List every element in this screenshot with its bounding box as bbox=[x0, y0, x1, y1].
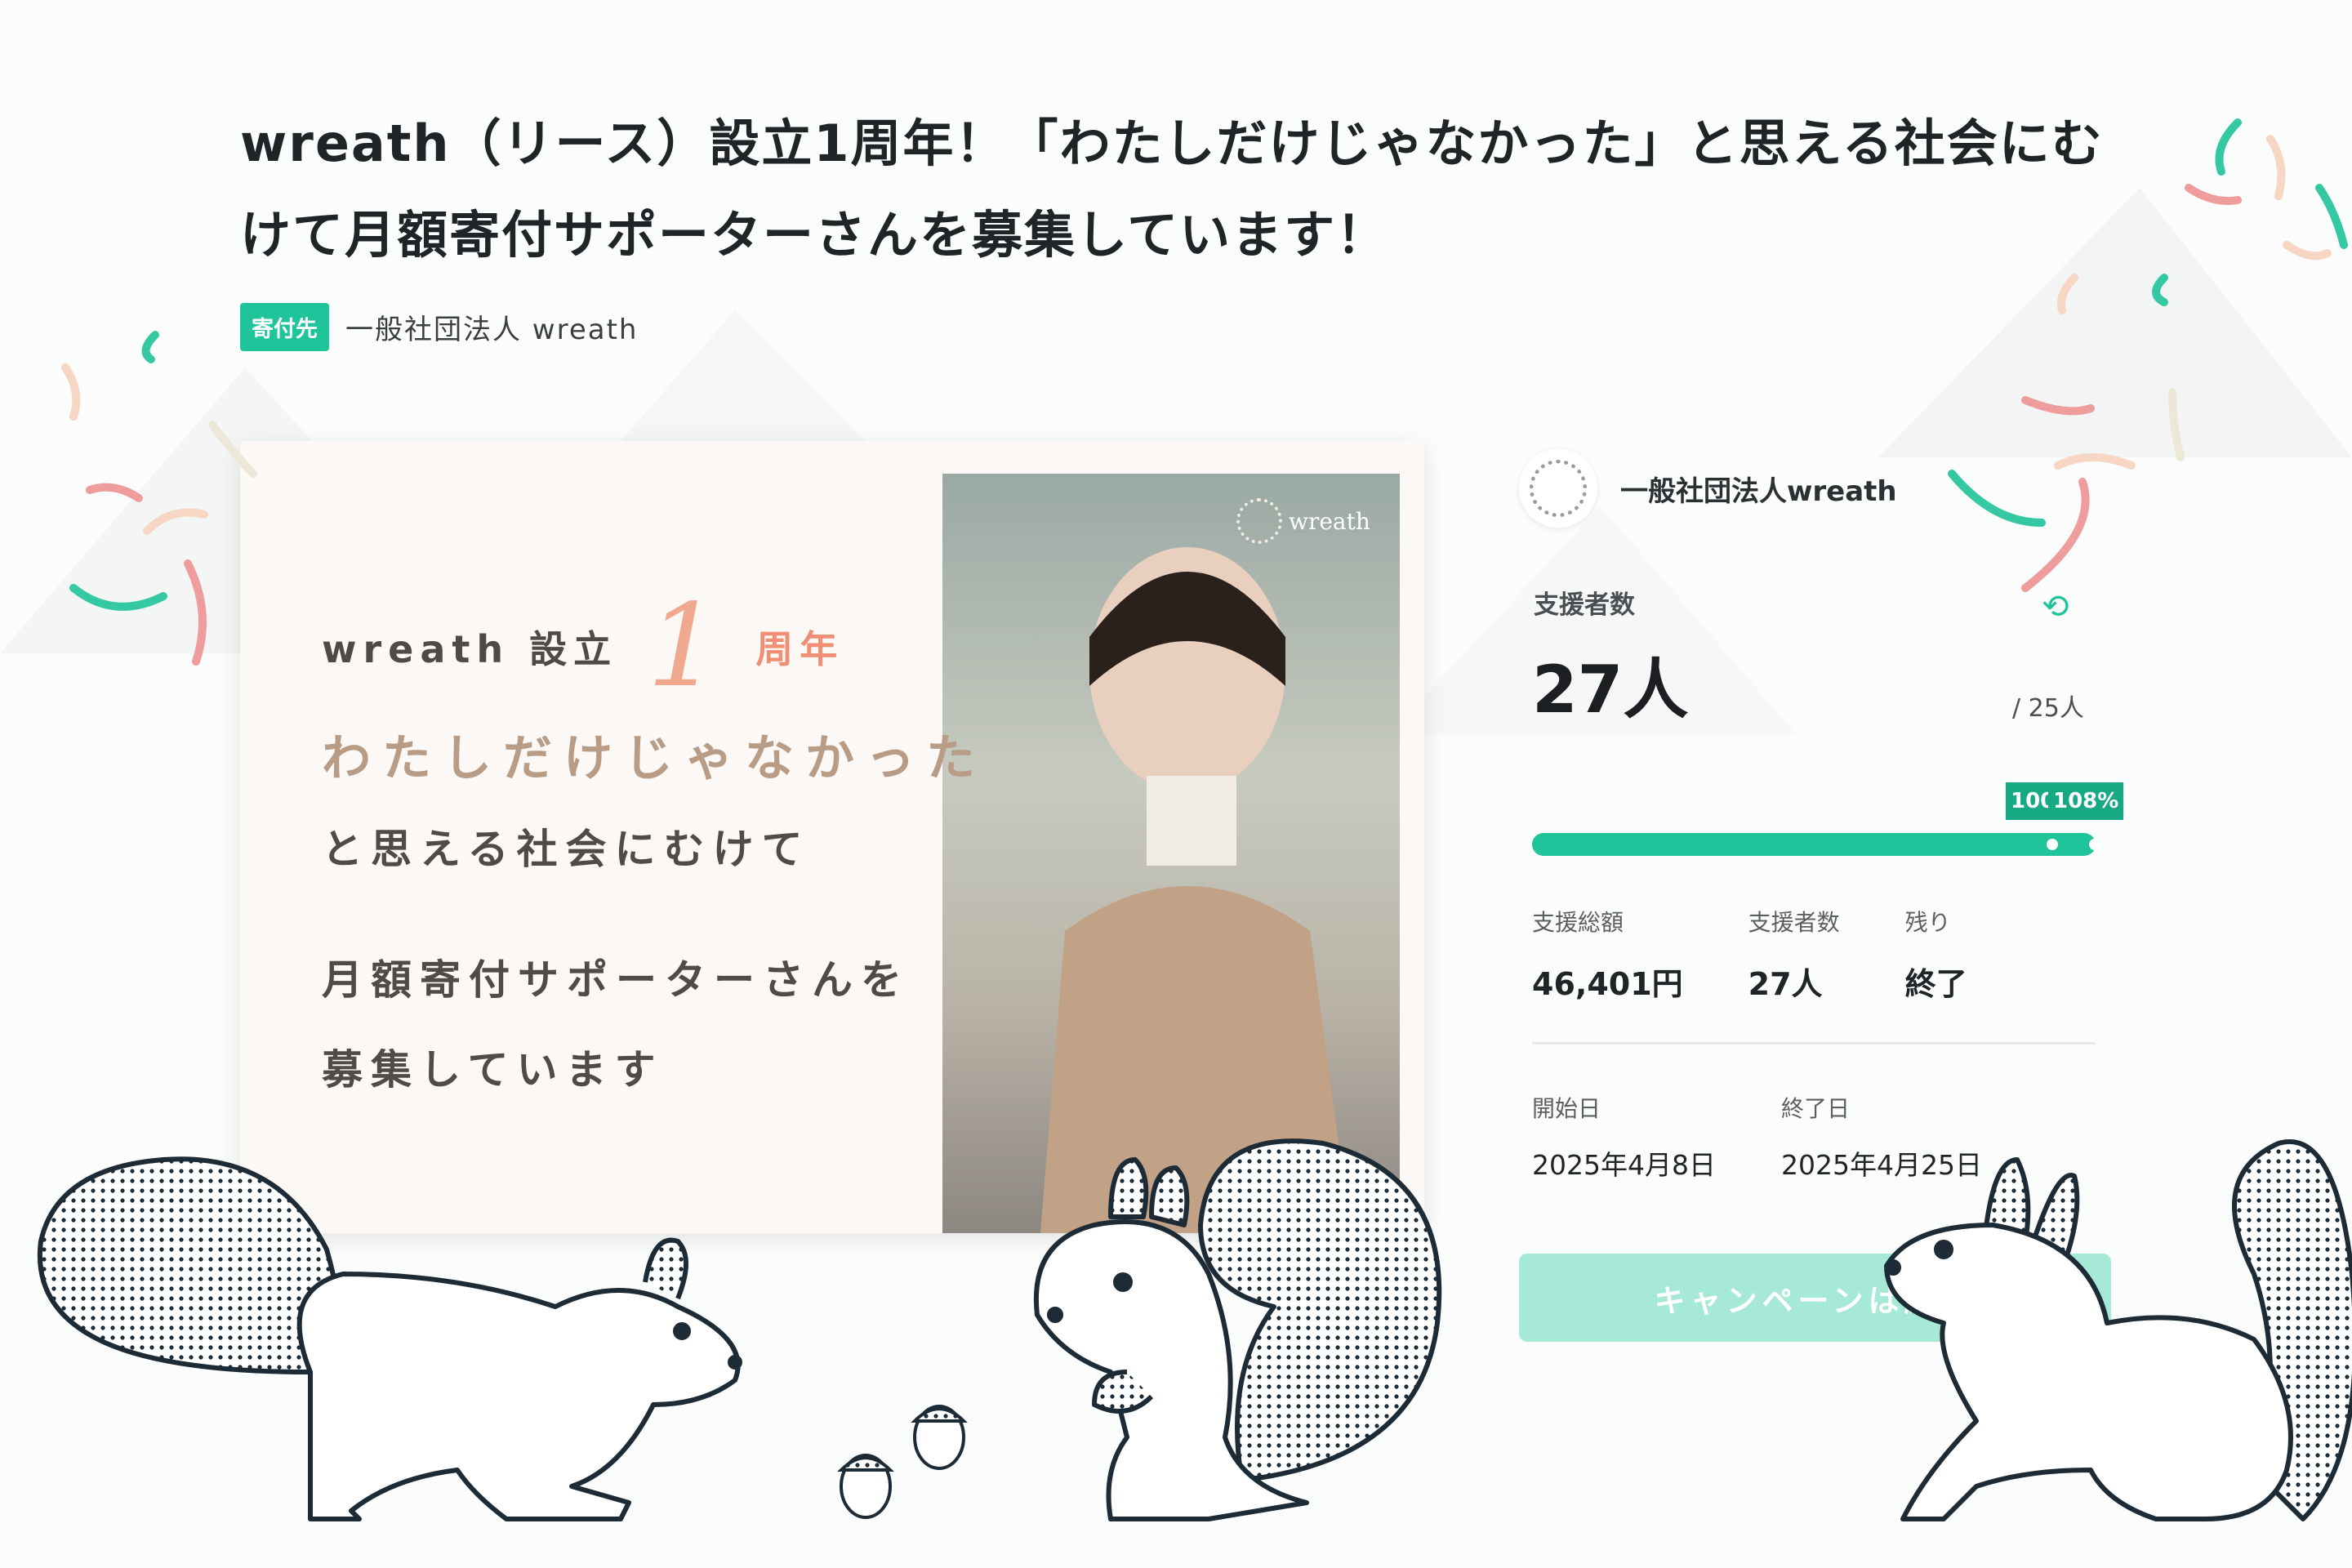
progress-bar bbox=[1532, 833, 2100, 856]
refresh-icon[interactable]: ⟲ bbox=[2042, 588, 2069, 626]
end-date: 終了日 2025年4月25日 bbox=[1781, 1091, 1982, 1183]
card-line-4: 月額寄付サポーターさんを bbox=[322, 956, 910, 1004]
brand-wreath-icon bbox=[1236, 498, 1282, 544]
photo-illustration bbox=[1040, 547, 1351, 1233]
campaign-image: wreath wreath 設立 1 周年 わたしだけじゃなかった と思える社会… bbox=[240, 441, 1424, 1233]
card-headline-number: 1 bbox=[647, 580, 727, 713]
recipient-tag: 寄付先 bbox=[240, 302, 329, 351]
supporters-count: 27人 bbox=[1532, 652, 1689, 728]
org-logo-icon bbox=[1519, 449, 1597, 528]
supporters-goal: / 25人 bbox=[2012, 694, 2084, 723]
date-label: 終了日 bbox=[1780, 1095, 1850, 1122]
brand-name: wreath bbox=[1289, 507, 1370, 535]
progress-marker-100 bbox=[2047, 839, 2058, 850]
org-row[interactable]: 一般社団法人wreath bbox=[1519, 449, 1897, 528]
card-headline-suffix: 周年 bbox=[755, 626, 844, 671]
campaign-ended-button[interactable]: キャンペーンは終了 bbox=[1519, 1254, 2111, 1342]
card-line-2: わたしだけじゃなかった bbox=[322, 730, 987, 787]
divider bbox=[1532, 1042, 2096, 1045]
stat-total: 支援総額 46,401円 bbox=[1532, 905, 1683, 1004]
card-headline-prefix: wreath 設立 bbox=[322, 626, 618, 671]
org-name: 一般社団法人wreath bbox=[1620, 474, 1897, 508]
stats-row: 支援総額 46,401円 支援者数 27人 残り 終了 bbox=[1532, 905, 2033, 1004]
stat-value: 46,401円 bbox=[1532, 966, 1683, 1002]
date-label: 開始日 bbox=[1532, 1095, 1601, 1122]
card-headline: wreath 設立 1 周年 bbox=[322, 580, 844, 713]
card-line-3: と思える社会にむけて bbox=[322, 826, 811, 873]
stat-label: 支援者数 bbox=[1748, 909, 1840, 936]
stat-value: 終了 bbox=[1904, 966, 1967, 1002]
date-value: 2025年4月25日 bbox=[1780, 1149, 1982, 1181]
stat-supporters: 支援者数 27人 bbox=[1748, 905, 1840, 1004]
progress-marker-current bbox=[2089, 839, 2100, 850]
stat-label: 残り bbox=[1904, 909, 1951, 936]
stat-remaining: 残り 終了 bbox=[1905, 905, 1967, 1004]
supporters-label: 支援者数 bbox=[1534, 590, 1635, 620]
recipient-row: 寄付先 一般社団法人 wreath bbox=[240, 302, 638, 351]
brand-logo: wreath bbox=[1236, 498, 1370, 544]
campaign-stats-panel: 一般社団法人wreath 支援者数 ⟲ 27人 / 25人 100 108% 支… bbox=[1519, 441, 2124, 1372]
campaign-photo bbox=[942, 474, 1400, 1233]
stat-label: 支援総額 bbox=[1532, 909, 1624, 936]
recipient-link[interactable]: 一般社団法人 wreath bbox=[345, 307, 638, 347]
dates-row: 開始日 2025年4月8日 終了日 2025年4月25日 bbox=[1532, 1091, 2047, 1183]
progress-badge: 108% bbox=[2048, 782, 2124, 820]
stat-value: 27人 bbox=[1748, 966, 1823, 1002]
start-date: 開始日 2025年4月8日 bbox=[1532, 1091, 1716, 1183]
card-line-5: 募集しています bbox=[322, 1046, 664, 1094]
date-value: 2025年4月8日 bbox=[1532, 1149, 1716, 1181]
campaign-title: wreath（リース）設立1周年！「わたしだけじゃなかった」と思える社会にむけて… bbox=[240, 114, 2104, 265]
